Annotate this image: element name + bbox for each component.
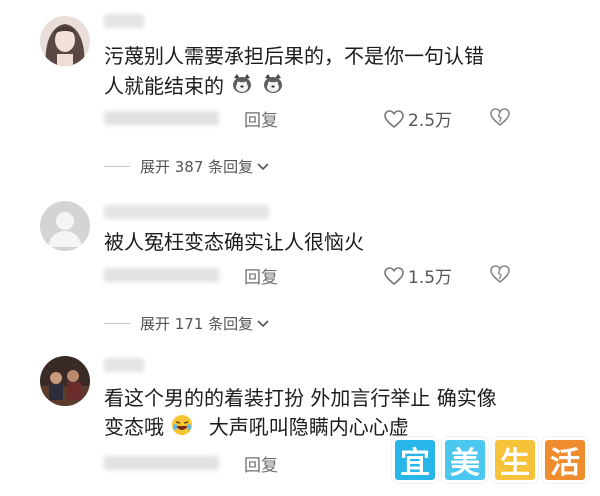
watermark-char-4: 活 bbox=[542, 437, 588, 483]
username-blurred[interactable] bbox=[104, 205, 269, 219]
expand-replies[interactable]: 展开 171 条回复 bbox=[104, 313, 270, 334]
broken-heart-icon bbox=[490, 108, 510, 127]
timestamp-blurred bbox=[104, 456, 219, 470]
comment-text-line-1: 污蔑别人需要承担后果的，不是你一句认错 bbox=[104, 44, 484, 68]
comment-text-line-2: 人就能结束的 bbox=[104, 72, 285, 102]
broken-heart-icon bbox=[490, 265, 510, 284]
timestamp-blurred bbox=[104, 268, 219, 282]
comment-text-line-2-text: 人就能结束的 bbox=[104, 74, 224, 98]
laughing-emoji-icon bbox=[171, 414, 193, 443]
watermark-char-1: 宜 bbox=[392, 437, 438, 483]
expand-replies-label: 展开 171 条回复 bbox=[140, 315, 254, 333]
comment-text-line-1: 看这个男的的着装打扮 外加言行举止 确实像 bbox=[104, 386, 497, 410]
timestamp-blurred bbox=[104, 111, 219, 125]
comment-text-line-3-text: 大声吼叫隐瞒内心心虚 bbox=[208, 415, 409, 439]
watermark-char-2: 美 bbox=[442, 437, 488, 483]
expand-replies[interactable]: 展开 387 条回复 bbox=[104, 156, 270, 177]
heart-outline-icon bbox=[384, 266, 404, 285]
watermark-logo: 宜 美 生 活 bbox=[392, 437, 588, 483]
username-blurred[interactable] bbox=[104, 358, 144, 372]
reply-button[interactable]: 回复 bbox=[244, 106, 278, 131]
comment-text-line-1: 被人冤枉变态确实让人很恼火 bbox=[104, 230, 364, 254]
like-button[interactable]: 1.5万 bbox=[384, 263, 452, 288]
comment-text-line-2: 变态哦 大声吼叫隐瞒内心心虚 bbox=[104, 413, 409, 443]
like-count: 2.5万 bbox=[408, 111, 453, 131]
reply-button[interactable]: 回复 bbox=[244, 451, 278, 476]
comment-text-line-2-text: 变态哦 bbox=[104, 415, 164, 439]
chevron-down-icon bbox=[257, 319, 269, 327]
like-button[interactable]: 2.5万 bbox=[384, 106, 452, 131]
avatar[interactable] bbox=[40, 16, 90, 66]
divider-line bbox=[104, 166, 130, 167]
avatar[interactable] bbox=[40, 201, 90, 251]
chevron-down-icon bbox=[257, 162, 269, 170]
heart-outline-icon bbox=[384, 109, 404, 128]
dislike-button[interactable] bbox=[490, 108, 510, 130]
like-count: 1.5万 bbox=[408, 268, 453, 288]
husky-emoji-icon bbox=[231, 73, 253, 102]
watermark-char-3: 生 bbox=[492, 437, 538, 483]
divider-line bbox=[104, 323, 130, 324]
dislike-button[interactable] bbox=[490, 265, 510, 287]
username-blurred[interactable] bbox=[104, 14, 144, 28]
avatar[interactable] bbox=[40, 356, 90, 406]
reply-button[interactable]: 回复 bbox=[244, 263, 278, 288]
expand-replies-label: 展开 387 条回复 bbox=[140, 158, 254, 176]
husky-emoji-icon bbox=[262, 73, 284, 102]
